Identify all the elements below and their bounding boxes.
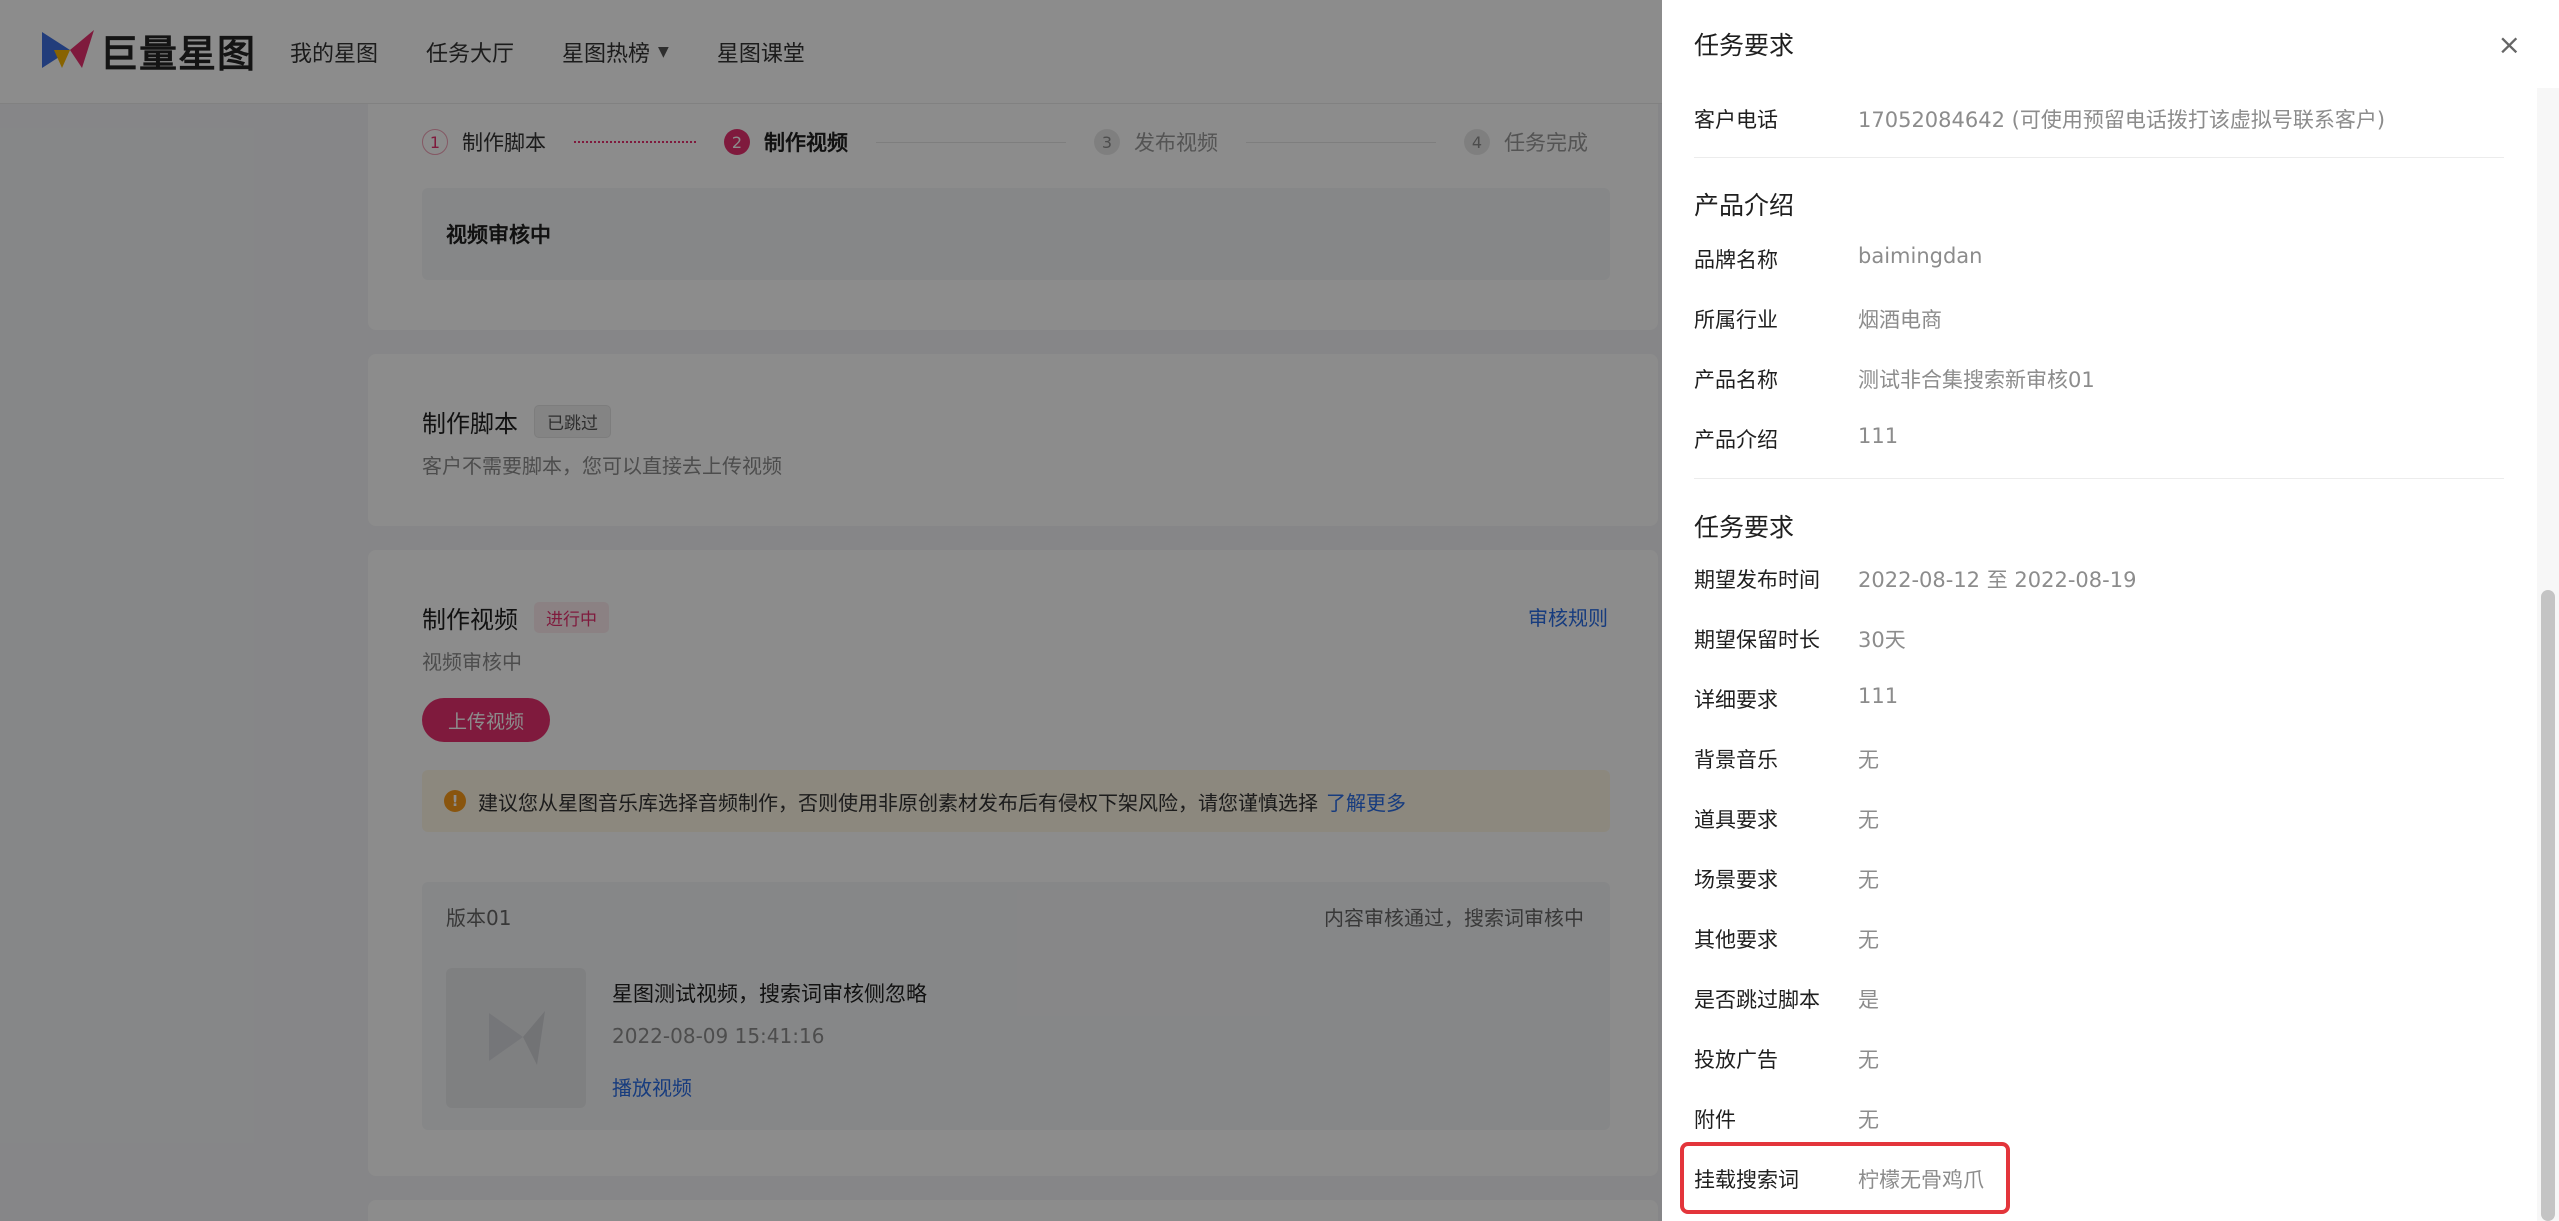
row-value: 烟酒电商 [1858, 308, 1942, 332]
row-value: 无 [1858, 928, 1879, 952]
scene-row: 场景要求 无 [1694, 864, 1879, 894]
retention-row: 期望保留时长 30天 [1694, 624, 1906, 654]
product-intro-row: 产品介绍 111 [1694, 424, 1898, 454]
props-row: 道具要求 无 [1694, 804, 1879, 834]
row-label: 投放广告 [1694, 1048, 1778, 1072]
row-value: 无 [1858, 808, 1879, 832]
row-label: 是否跳过脚本 [1694, 988, 1820, 1012]
row-label: 所属行业 [1694, 308, 1778, 332]
row-value: 30天 [1858, 628, 1906, 652]
industry-row: 所属行业 烟酒电商 [1694, 304, 1942, 334]
row-value: 是 [1858, 988, 1879, 1012]
row-label: 客户电话 [1694, 108, 1778, 132]
row-label: 产品名称 [1694, 368, 1778, 392]
row-label: 背景音乐 [1694, 748, 1778, 772]
row-label: 附件 [1694, 1108, 1736, 1132]
row-label: 其他要求 [1694, 928, 1778, 952]
row-value: baimingdan [1858, 244, 1983, 268]
other-requirements-row: 其他要求 无 [1694, 924, 1879, 954]
row-value: 17052084642 (可使用预留电话拨打该虚拟号联系客户) [1858, 108, 2386, 132]
row-value: 无 [1858, 1048, 1879, 1072]
row-label: 场景要求 [1694, 868, 1778, 892]
row-value: 无 [1858, 1108, 1879, 1132]
row-label: 道具要求 [1694, 808, 1778, 832]
row-value: 2022-08-12 至 2022-08-19 [1858, 568, 2137, 592]
close-icon[interactable]: × [2498, 28, 2521, 61]
ad-placement-row: 投放广告 无 [1694, 1044, 1879, 1074]
detail-requirements-row: 详细要求 111 [1694, 684, 1898, 714]
divider [1694, 478, 2504, 479]
row-label: 产品介绍 [1694, 428, 1778, 452]
customer-phone-row: 客户电话 17052084642 (可使用预留电话拨打该虚拟号联系客户) [1694, 104, 2385, 134]
modal-overlay[interactable] [0, 0, 1662, 1221]
row-value: 111 [1858, 424, 1899, 448]
drawer-scrollbar-thumb[interactable] [2541, 590, 2555, 1221]
product-name-row: 产品名称 测试非合集搜索新审核01 [1694, 364, 2095, 394]
row-label: 品牌名称 [1694, 248, 1778, 272]
row-label: 期望保留时长 [1694, 628, 1820, 652]
background-music-row: 背景音乐 无 [1694, 744, 1879, 774]
row-value: 无 [1858, 868, 1879, 892]
row-label: 详细要求 [1694, 688, 1778, 712]
row-label: 期望发布时间 [1694, 568, 1820, 592]
product-intro-title: 产品介绍 [1694, 191, 1795, 220]
row-value: 无 [1858, 748, 1879, 772]
divider [1694, 157, 2504, 158]
drawer-title: 任务要求 [1694, 31, 1795, 60]
row-value: 111 [1858, 684, 1899, 708]
drawer-header: 任务要求 × [1662, 0, 2559, 88]
skip-script-row: 是否跳过脚本 是 [1694, 984, 1879, 1014]
publish-time-row: 期望发布时间 2022-08-12 至 2022-08-19 [1694, 564, 2136, 594]
task-requirements-title: 任务要求 [1694, 513, 1795, 542]
attachment-row: 附件 无 [1694, 1104, 1879, 1134]
task-requirements-drawer: 任务要求 × 客户电话 17052084642 (可使用预留电话拨打该虚拟号联系… [1662, 0, 2559, 1221]
row-value: 测试非合集搜索新审核01 [1858, 368, 2095, 392]
brand-name-row: 品牌名称 baimingdan [1694, 244, 1982, 274]
search-keyword-highlight [1680, 1142, 2010, 1214]
